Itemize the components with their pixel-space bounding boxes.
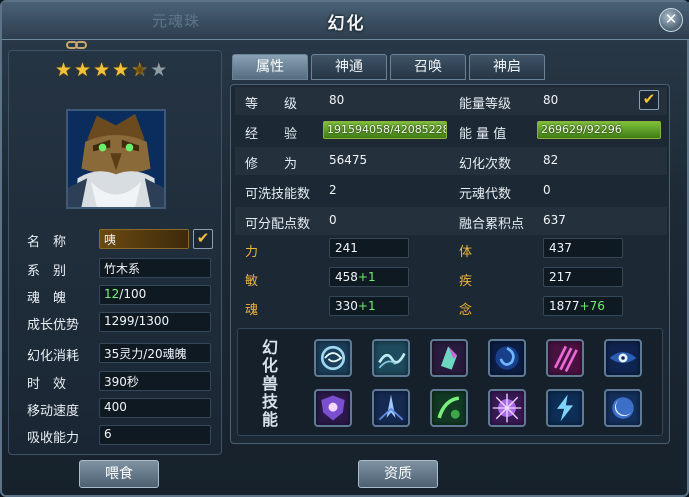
core-stat-constitution: 体 437	[459, 235, 659, 263]
star-rating: ★★★★★★	[55, 59, 169, 81]
half-star-icon: ★	[131, 59, 151, 81]
attr-label: 幻化消耗	[27, 349, 80, 364]
energy-level-checkbox[interactable]: ✔	[639, 90, 659, 110]
energy-bar: 269629/92296	[537, 121, 661, 139]
stat-energy: 能 量 值 269629/92296	[459, 117, 669, 145]
star-icon: ★	[74, 59, 94, 81]
stat-washable: 可洗技能数 2	[245, 183, 337, 202]
attr-label: 系 别	[27, 264, 67, 279]
core-stat-strength: 力 241	[245, 235, 445, 263]
soul-value: 12/100	[99, 285, 211, 305]
stat-fusion: 融合累积点 637	[459, 213, 566, 232]
core-stat-mind: 念 1877+76	[459, 293, 659, 321]
chain-ornament	[66, 38, 94, 49]
attr-value: 35灵力/20魂魄	[99, 343, 211, 363]
pet-name-field[interactable]: 咦	[99, 229, 189, 249]
soul-max: /100	[119, 287, 147, 301]
star-icon: ★	[112, 59, 132, 81]
stat-energy-level: 能量等级 80 ✔	[459, 87, 669, 115]
tab-revelation[interactable]: 神启	[469, 54, 545, 80]
level-value: 80	[329, 93, 345, 107]
crystal-shard-icon[interactable]	[430, 339, 468, 377]
energy-value: 269629/92296	[541, 123, 622, 136]
core-stat-soul: 魂 330+1	[245, 293, 445, 321]
attr-label: 移动速度	[27, 404, 80, 419]
attr-label: 名 称	[27, 235, 67, 250]
skills-title: 幻 化 兽 技 能	[261, 338, 278, 429]
empty-star-icon: ★	[150, 59, 170, 81]
tab-summon[interactable]: 召唤	[390, 54, 466, 80]
attributes-panel: 等 级 80 能量等级 80 ✔ 经 验 191594058/420852288…	[230, 84, 670, 444]
attr-label: 魂 魄	[27, 291, 67, 306]
confirm-name-checkbox[interactable]: ✔	[193, 229, 213, 249]
attr-value: 1299/1300	[99, 312, 211, 332]
stat-soul-generation: 元魂代数 0	[459, 183, 551, 202]
attr-value: 竹木系	[99, 258, 211, 278]
lightning-blue-icon[interactable]	[546, 389, 584, 427]
attr-value: 390秒	[99, 371, 211, 391]
stat-morph-count: 幻化次数 82	[459, 153, 559, 172]
stat-cultivation: 修 为 56475	[245, 153, 368, 172]
attr-value: 6	[99, 425, 211, 445]
exp-bar: 191594058/420852288	[323, 121, 447, 139]
eye-icon[interactable]	[604, 339, 642, 377]
quality-button[interactable]: 资质	[358, 460, 438, 488]
purple-claw-icon[interactable]	[546, 339, 584, 377]
pet-portrait	[66, 109, 166, 209]
green-slash-icon[interactable]	[430, 389, 468, 427]
title-bar[interactable]: 元魂珠 幻化 ✕	[2, 2, 689, 40]
tab-attributes[interactable]: 属性	[232, 54, 308, 80]
blue-vortex-icon[interactable]	[488, 339, 526, 377]
attr-label: 成长优势	[27, 318, 80, 333]
tab-abilities[interactable]: 神通	[311, 54, 387, 80]
pet-info-panel: ★★★★★★ 名 称 咦 ✔ 系 别 竹木系 魂 魄 12/100 成长优势 1…	[8, 50, 222, 455]
stat-exp: 经 验 191594058/420852288	[245, 117, 455, 145]
attr-label: 吸收能力	[27, 431, 80, 446]
morph-skills-box: 幻 化 兽 技 能	[237, 328, 663, 436]
core-stat-speed: 疾 217	[459, 264, 659, 292]
shield-crest-icon[interactable]	[314, 389, 352, 427]
stat-points: 可分配点数 0	[245, 213, 337, 232]
purple-burst-icon[interactable]	[488, 389, 526, 427]
star-icon: ★	[93, 59, 113, 81]
exp-value: 191594058/420852288	[327, 123, 447, 136]
close-icon[interactable]: ✕	[659, 8, 683, 32]
energy-level-value: 80	[543, 93, 559, 107]
feed-button[interactable]: 喂食	[79, 460, 159, 488]
stat-level: 等 级 80	[245, 93, 345, 112]
core-stat-agility: 敏 458+1	[245, 264, 445, 292]
swirl-wind-icon[interactable]	[314, 339, 352, 377]
pet-morph-window: 元魂珠 幻化 ✕ ★★★★★★ 名 称 咦 ✔ 系 别 竹木系 魂 魄 12/1…	[0, 0, 689, 497]
wave-swirl-icon[interactable]	[372, 339, 410, 377]
attr-value: 400	[99, 398, 211, 418]
tree-spirit-portrait-icon	[68, 111, 164, 207]
window-title: 幻化	[327, 14, 366, 34]
blue-spikes-icon[interactable]	[372, 389, 410, 427]
soul-current: 12	[104, 287, 120, 301]
star-icon: ★	[55, 59, 75, 81]
attr-label: 时 效	[27, 377, 67, 392]
moon-orb-icon[interactable]	[604, 389, 642, 427]
